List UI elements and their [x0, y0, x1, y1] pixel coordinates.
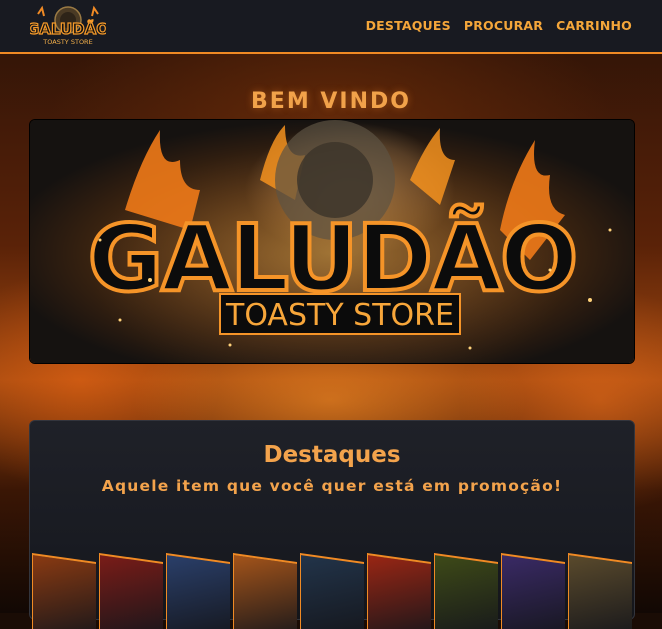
featured-item-card[interactable] — [501, 553, 565, 629]
nav-link-destaques[interactable]: DESTAQUES — [366, 18, 451, 33]
nav-link-carrinho[interactable]: CARRINHO — [556, 18, 632, 33]
main-nav: DESTAQUES PROCURAR CARRINHO — [366, 18, 632, 33]
featured-item-card[interactable] — [99, 553, 163, 629]
banner-subtitle: TOASTY STORE — [225, 298, 454, 333]
featured-item-card[interactable] — [568, 553, 632, 629]
featured-subtitle: Aquele item que você quer está em promoç… — [101, 477, 563, 495]
featured-title: Destaques — [263, 442, 401, 468]
featured-item-card[interactable] — [434, 553, 498, 629]
store-logo[interactable]: GALUDÃO TOASTY STORE — [30, 4, 106, 48]
featured-item-card[interactable] — [233, 553, 297, 629]
welcome-heading: BEM VINDO — [251, 89, 411, 114]
featured-carousel — [30, 549, 634, 629]
top-navbar: GALUDÃO TOASTY STORE DESTAQUES PROCURAR … — [0, 0, 662, 54]
featured-section: Destaques Aquele item que você quer está… — [29, 420, 635, 629]
featured-item-card[interactable] — [300, 553, 364, 629]
nav-link-procurar[interactable]: PROCURAR — [464, 18, 543, 33]
featured-item-card[interactable] — [32, 553, 96, 629]
hero-banner: GALUDÃO TOASTY STORE — [30, 120, 634, 363]
svg-text:TOASTY STORE: TOASTY STORE — [42, 38, 92, 46]
featured-item-card[interactable] — [367, 553, 431, 629]
banner-artwork: GALUDÃO TOASTY STORE — [30, 120, 634, 363]
svg-text:GALUDÃO: GALUDÃO — [30, 19, 106, 38]
featured-item-card[interactable] — [166, 553, 230, 629]
